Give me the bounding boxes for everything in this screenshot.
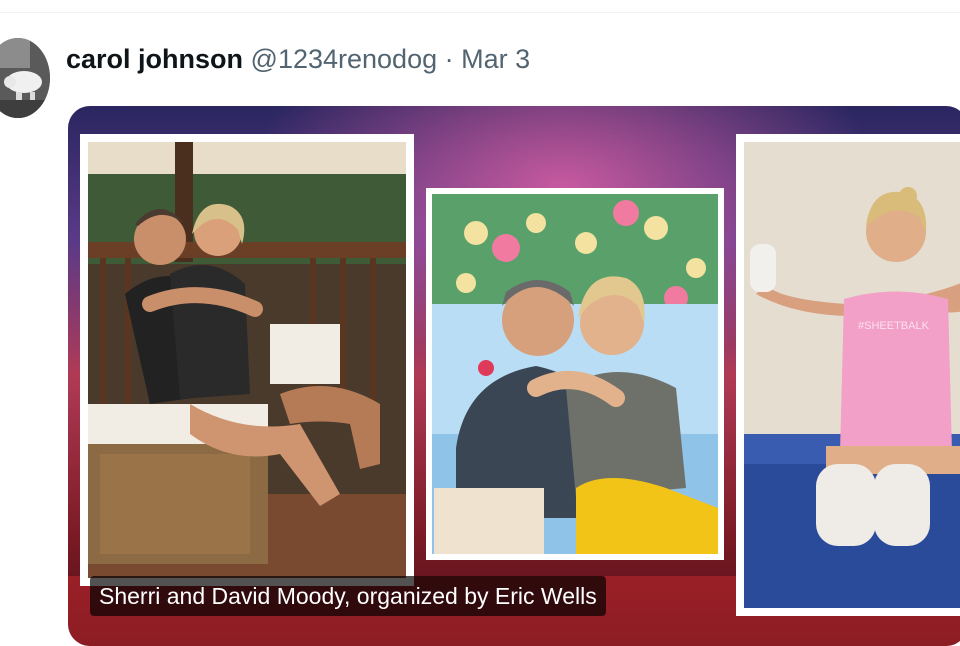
couple-on-porch-photo bbox=[80, 134, 414, 586]
avatar[interactable] bbox=[0, 38, 50, 118]
tweet-header: carol johnson @1234renodog · Mar 3 bbox=[66, 42, 530, 76]
woman-pink-tank-photo: #SHEETBALK bbox=[736, 134, 960, 616]
tweet-date[interactable]: Mar 3 bbox=[461, 44, 530, 74]
author-name[interactable]: carol johnson bbox=[66, 44, 243, 74]
author-handle[interactable]: @1234renodog bbox=[251, 44, 438, 74]
header-separator: · bbox=[444, 44, 454, 74]
media-caption: Sherri and David Moody, organized by Eri… bbox=[90, 576, 606, 616]
couple-tropical-backdrop-photo bbox=[426, 188, 724, 560]
top-divider bbox=[0, 12, 960, 13]
shirt-text: #SHEETBALK bbox=[858, 320, 929, 332]
